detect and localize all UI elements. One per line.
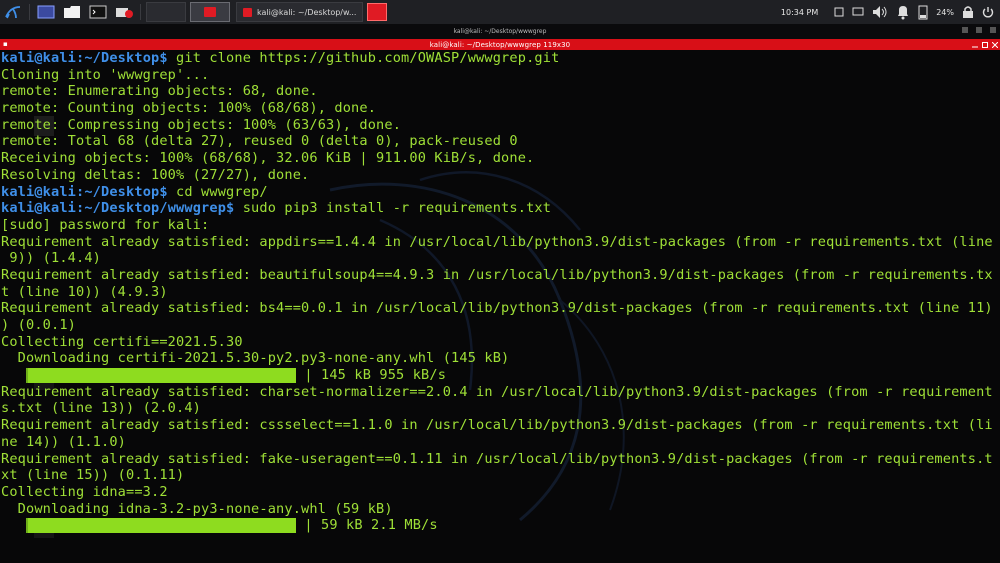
top-panel: kali@kali: ~/Desktop/w... 10:34 PM 24% [0, 0, 1000, 24]
panel-separator [140, 4, 141, 20]
taskbar-red-window[interactable] [367, 3, 388, 21]
window-icon[interactable] [834, 7, 844, 17]
kali-menu-icon[interactable] [0, 0, 26, 24]
output-line: s.txt (line 13)) (2.0.4) [1, 400, 202, 417]
progress-text: | 59 kB 2.1 MB/s [296, 517, 438, 534]
battery-icon[interactable] [918, 4, 928, 20]
prompt-user-host: kali@kali [1, 50, 77, 66]
window-frame-controls [962, 27, 996, 33]
prompt-line: kali@kali:~/Desktop$ git clone https://g… [1, 50, 1000, 67]
prompt-user-host: kali@kali [1, 200, 77, 217]
terminal-titlebar[interactable]: ▪ kali@kali: ~/Desktop/wwwgrep 119x30 [0, 39, 1000, 50]
terminal-output[interactable]: kali@kali:~/Desktop$ git clone https://g… [0, 50, 1000, 563]
prompt-path: :~/Desktop$ [76, 50, 177, 66]
output-line: t (line 10)) (4.9.3) [1, 283, 168, 300]
minimize-button-icon[interactable] [972, 42, 978, 48]
download-progress-line: | 59 kB 2.1 MB/s [1, 517, 1000, 534]
output-line: Requirement already satisfied: beautiful… [1, 266, 993, 283]
output-line: remote: Compressing objects: 100% (63/63… [1, 116, 402, 133]
window-tab-title: kali@kali: ~/Desktop/wwwgrep [453, 28, 547, 35]
prompt-user-host: kali@kali [1, 183, 77, 200]
prompt-line: kali@kali:~/Desktop$ cd wwwgrep/ [1, 184, 1000, 201]
record-icon[interactable] [113, 3, 135, 21]
taskbar-item-label: kali@kali: ~/Desktop/w... [257, 7, 357, 17]
output-line: ne 14)) (1.1.0) [1, 433, 127, 450]
close-icon[interactable] [990, 27, 996, 33]
output-line: remote: Total 68 (delta 27), reused 0 (d… [1, 133, 518, 150]
output-line: ) (0.0.1) [1, 317, 77, 333]
workspace-2[interactable] [190, 2, 230, 22]
file-manager-icon[interactable] [35, 3, 57, 21]
output-line: Requirement already satisfied: appdirs==… [1, 233, 993, 250]
prompt-path: :~/Desktop$ [76, 183, 177, 200]
terminal-task-icon [243, 7, 252, 17]
display-icon[interactable] [852, 7, 864, 17]
titlebar-controls [972, 39, 998, 50]
folder-icon[interactable] [61, 3, 83, 21]
output-line: 9)) (1.4.4) [1, 250, 102, 267]
workspace-window-thumb [204, 7, 216, 17]
maximize-button-icon[interactable] [982, 41, 988, 48]
close-button-icon[interactable] [992, 41, 998, 48]
download-progress-line: | 145 kB 955 kB/s [1, 367, 1000, 384]
command-text: git clone https://github.com/OWASP/wwwgr… [176, 50, 560, 66]
output-line: [sudo] password for kali: [1, 216, 210, 233]
terminal-app-icon[interactable] [87, 3, 109, 21]
output-line: Downloading certifi-2021.5.30-py2.py3-no… [1, 350, 510, 367]
lock-icon[interactable] [962, 5, 974, 19]
command-text: sudo pip3 install -r requirements.txt [242, 200, 552, 217]
output-line: remote: Enumerating objects: 68, done. [1, 83, 318, 100]
notification-bell-icon[interactable] [896, 4, 910, 20]
output-line: Requirement already satisfied: cssselect… [1, 417, 993, 434]
taskbar-terminal-item[interactable]: kali@kali: ~/Desktop/w... [236, 2, 364, 22]
terminal-lines: kali@kali:~/Desktop$ git clone https://g… [1, 50, 1000, 534]
maximize-icon[interactable] [976, 27, 982, 33]
progress-bar [26, 517, 297, 533]
output-line: Requirement already satisfied: charset-n… [1, 383, 993, 400]
minimize-icon[interactable] [962, 27, 968, 33]
volume-icon[interactable] [872, 5, 888, 19]
output-line: Collecting idna==3.2 [1, 483, 168, 500]
prompt-path: :~/Desktop/wwwgrep$ [76, 200, 243, 217]
battery-percentage: 24% [936, 7, 954, 17]
clock[interactable]: 10:34 PM [781, 8, 818, 17]
output-line: remote: Counting objects: 100% (68/68), … [1, 100, 377, 117]
output-line: Requirement already satisfied: fake-user… [1, 450, 993, 467]
progress-bar [26, 367, 297, 383]
system-tray: 10:34 PM 24% [781, 0, 1000, 24]
output-line: Receiving objects: 100% (68/68), 32.06 K… [1, 150, 535, 167]
output-line: Cloning into 'wwwgrep'... [1, 66, 210, 83]
progress-text: | 145 kB 955 kB/s [296, 367, 447, 384]
workspace-1[interactable] [146, 2, 186, 22]
window-title: kali@kali: ~/Desktop/wwwgrep 119x30 [429, 40, 571, 49]
window-frame-top[interactable]: kali@kali: ~/Desktop/wwwgrep [0, 24, 1000, 39]
output-line: Collecting certifi==2021.5.30 [1, 333, 243, 350]
output-line: Downloading idna-3.2-py3-none-any.whl (5… [1, 500, 393, 517]
prompt-line: kali@kali:~/Desktop/wwwgrep$ sudo pip3 i… [1, 200, 1000, 217]
output-line: Requirement already satisfied: bs4==0.0.… [1, 300, 993, 317]
command-text: cd wwwgrep/ [176, 183, 268, 200]
output-line: Resolving deltas: 100% (27/27), done. [1, 166, 310, 183]
panel-separator [29, 4, 30, 20]
window-menu-icon[interactable]: ▪ [3, 40, 9, 49]
power-icon[interactable] [982, 6, 994, 18]
output-line: xt (line 15)) (0.1.11) [1, 467, 185, 484]
